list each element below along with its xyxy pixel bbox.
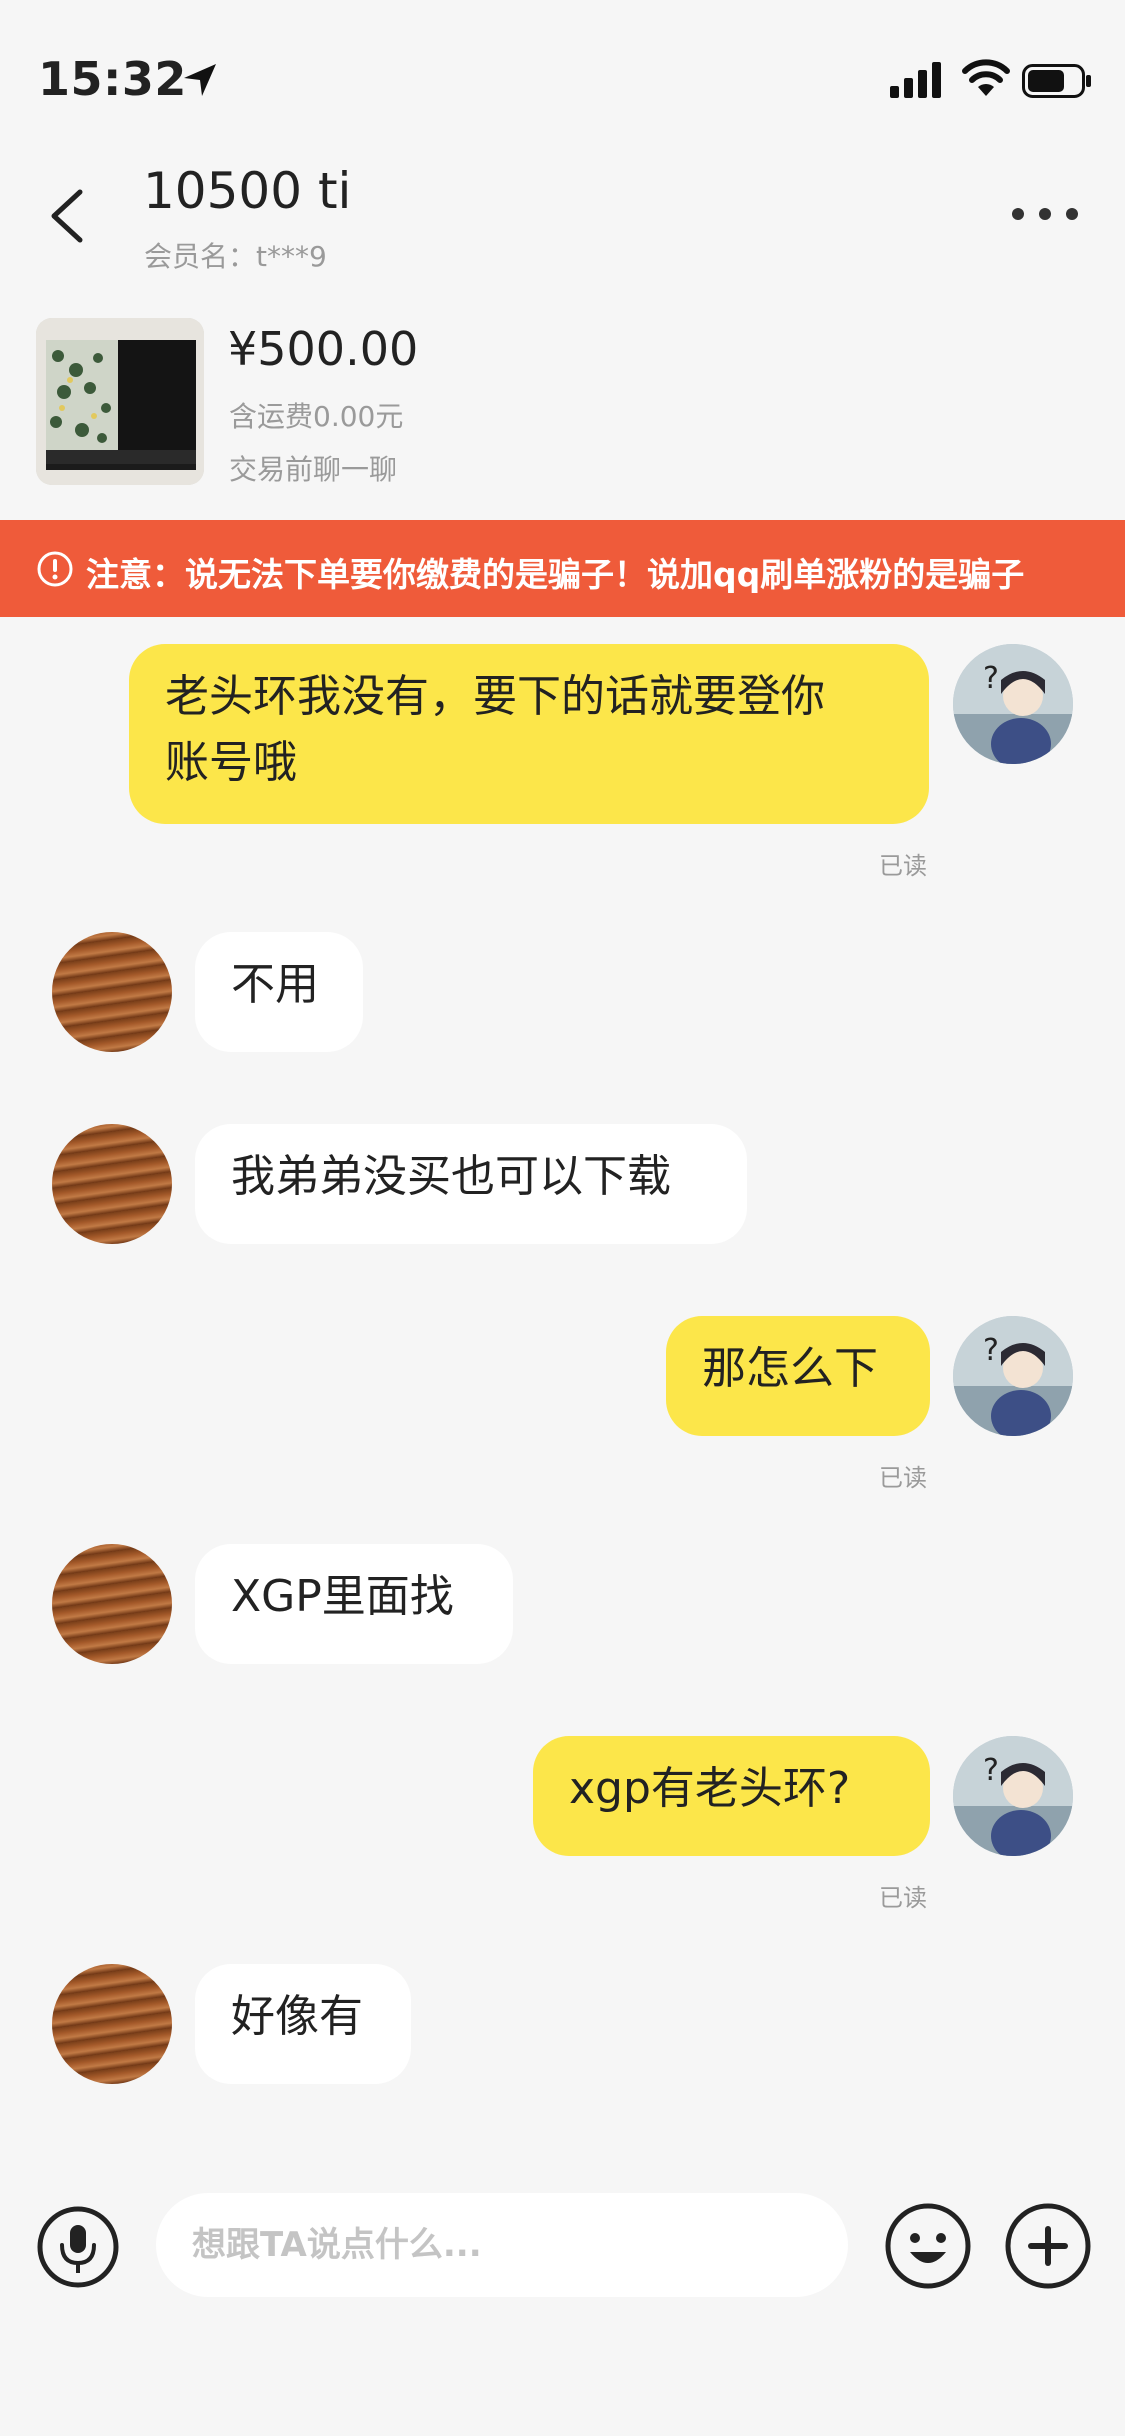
contact-avatar[interactable] <box>52 1544 172 1664</box>
message-bubble-sent[interactable]: xgp有老头环? <box>533 1736 930 1856</box>
status-time: 15:32 <box>38 52 187 106</box>
contact-avatar[interactable] <box>52 1964 172 2084</box>
my-avatar[interactable]: ? <box>953 1736 1073 1856</box>
chat-title: 10500 ti <box>143 162 352 220</box>
message-text-line: 账号哦 <box>165 737 297 788</box>
message-bubble-received[interactable]: 我弟弟没买也可以下载 <box>195 1124 747 1244</box>
message-text: 那怎么下 <box>702 1343 878 1394</box>
read-receipt: 已读 <box>879 852 927 880</box>
chat-before-trade-hint: 交易前聊一聊 <box>229 453 398 486</box>
message-text: 好像有 <box>231 1991 363 2042</box>
message-text-line: 老头环我没有，要下的话就要登你 <box>165 671 825 722</box>
message-text: 不用 <box>231 959 319 1010</box>
cellular-signal-icon <box>890 62 941 98</box>
location-arrow-icon <box>184 64 216 96</box>
battery-icon <box>1022 64 1091 98</box>
product-price: ¥500.00 <box>228 322 419 376</box>
my-avatar[interactable]: ? <box>953 1316 1073 1436</box>
message-text: XGP里面找 <box>231 1571 454 1622</box>
message-bubble-sent[interactable]: 那怎么下 <box>666 1316 930 1436</box>
message-text: xgp有老头环? <box>569 1763 851 1814</box>
emoji-icon[interactable] <box>884 2202 972 2290</box>
more-options-icon[interactable] <box>1010 200 1080 228</box>
product-thumbnail[interactable] <box>36 318 204 485</box>
svg-text:?: ? <box>983 1333 999 1368</box>
message-bubble-sent[interactable]: 老头环我没有，要下的话就要登你 账号哦 <box>129 644 929 824</box>
shipping-fee: 含运费0.00元 <box>229 400 404 433</box>
add-attachment-icon[interactable] <box>1004 2202 1092 2290</box>
wifi-icon <box>962 59 1010 96</box>
read-receipt: 已读 <box>879 1884 927 1912</box>
message-bubble-received[interactable]: XGP里面找 <box>195 1544 513 1664</box>
contact-avatar[interactable] <box>52 932 172 1052</box>
message-bubble-received[interactable]: 不用 <box>195 932 363 1052</box>
message-input[interactable]: 想跟TA说点什么... <box>156 2193 848 2297</box>
scam-warning-banner: 注意：说无法下单要你缴费的是骗子！说加qq刷单涨粉的是骗子 <box>0 520 1125 617</box>
svg-text:?: ? <box>983 661 999 696</box>
message-bubble-received[interactable]: 好像有 <box>195 1964 411 2084</box>
member-name: 会员名：t***9 <box>144 240 327 273</box>
message-text: 我弟弟没买也可以下载 <box>231 1151 671 1202</box>
my-avatar[interactable]: ? <box>953 644 1073 764</box>
voice-input-button[interactable] <box>36 2205 120 2289</box>
warning-circle-icon <box>37 551 73 587</box>
contact-avatar[interactable] <box>52 1124 172 1244</box>
svg-text:?: ? <box>983 1753 999 1788</box>
read-receipt: 已读 <box>879 1464 927 1492</box>
warning-text: 注意：说无法下单要你缴费的是骗子！说加qq刷单涨粉的是骗子 <box>86 555 1025 594</box>
back-chevron-icon[interactable] <box>40 180 96 252</box>
